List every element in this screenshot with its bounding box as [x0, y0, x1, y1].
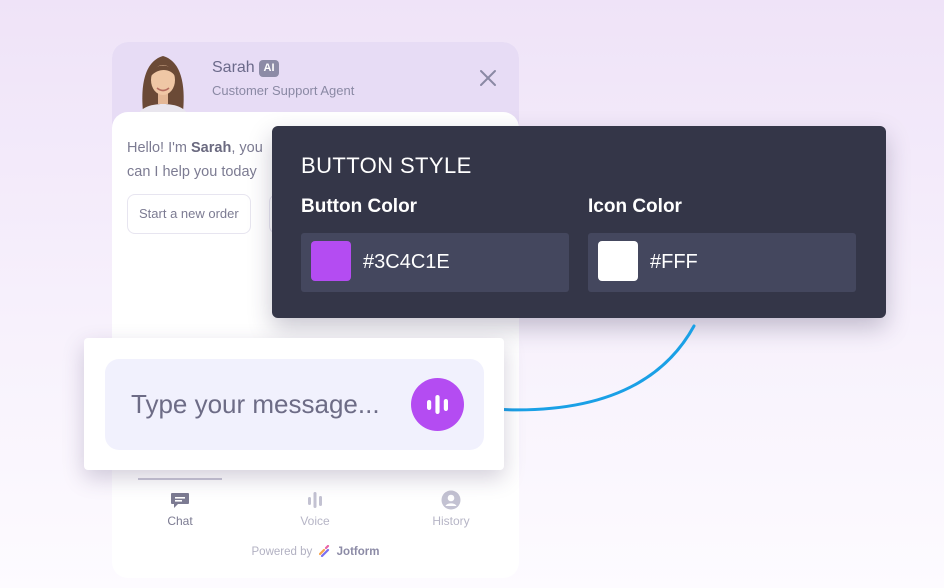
powered-by-text: Powered by	[251, 546, 313, 558]
button-color-field[interactable]: #3C4C1E	[301, 233, 569, 292]
icon-color-value: #FFF	[650, 251, 698, 273]
voice-bars-icon	[308, 492, 322, 508]
suggestion-chip[interactable]: Start a new order	[127, 194, 251, 234]
icon-color-field[interactable]: #FFF	[588, 233, 856, 292]
panel-title: BUTTON STYLE	[301, 153, 472, 178]
tab-voice-label: Voice	[300, 514, 330, 528]
jotform-logo-icon	[319, 545, 330, 557]
button-color-label: Button Color	[301, 196, 418, 217]
message-composer-card	[84, 338, 504, 470]
agent-name: Sarah	[212, 59, 255, 76]
close-icon	[480, 70, 496, 86]
jotform-brand: Jotform	[336, 546, 380, 558]
agent-role: Customer Support Agent	[212, 83, 355, 98]
message-input[interactable]	[131, 384, 401, 424]
greeting-name: Sarah	[191, 140, 232, 156]
agent-avatar	[132, 48, 194, 120]
message-box	[105, 359, 484, 450]
tab-history[interactable]: History	[411, 490, 491, 528]
greeting-prefix: Hello! I'm	[127, 140, 192, 156]
voice-bars-icon	[427, 395, 448, 414]
nav-active-indicator	[138, 478, 222, 480]
user-circle-icon	[441, 490, 461, 510]
tab-voice[interactable]: Voice	[275, 490, 355, 528]
tab-chat[interactable]: Chat	[140, 490, 220, 528]
powered-by-footer[interactable]: Powered by Jotform	[112, 545, 519, 558]
bottom-nav: Chat Voice History	[112, 478, 519, 538]
greeting-suffix: , you	[231, 140, 263, 156]
greeting-line2: can I help you today	[127, 164, 257, 180]
button-color-value: #3C4C1E	[363, 251, 450, 273]
voice-button[interactable]	[411, 378, 464, 431]
tab-chat-label: Chat	[167, 514, 193, 528]
chat-icon	[171, 493, 189, 508]
icon-color-swatch[interactable]	[598, 241, 638, 281]
button-color-swatch[interactable]	[311, 241, 351, 281]
agent-avatar-image	[132, 48, 194, 120]
button-style-panel: BUTTON STYLE Button Color Icon Color #3C…	[272, 126, 886, 318]
tab-history-label: History	[432, 514, 470, 528]
ai-badge: AI	[259, 60, 279, 77]
close-button[interactable]	[474, 64, 502, 92]
icon-color-label: Icon Color	[588, 196, 682, 217]
